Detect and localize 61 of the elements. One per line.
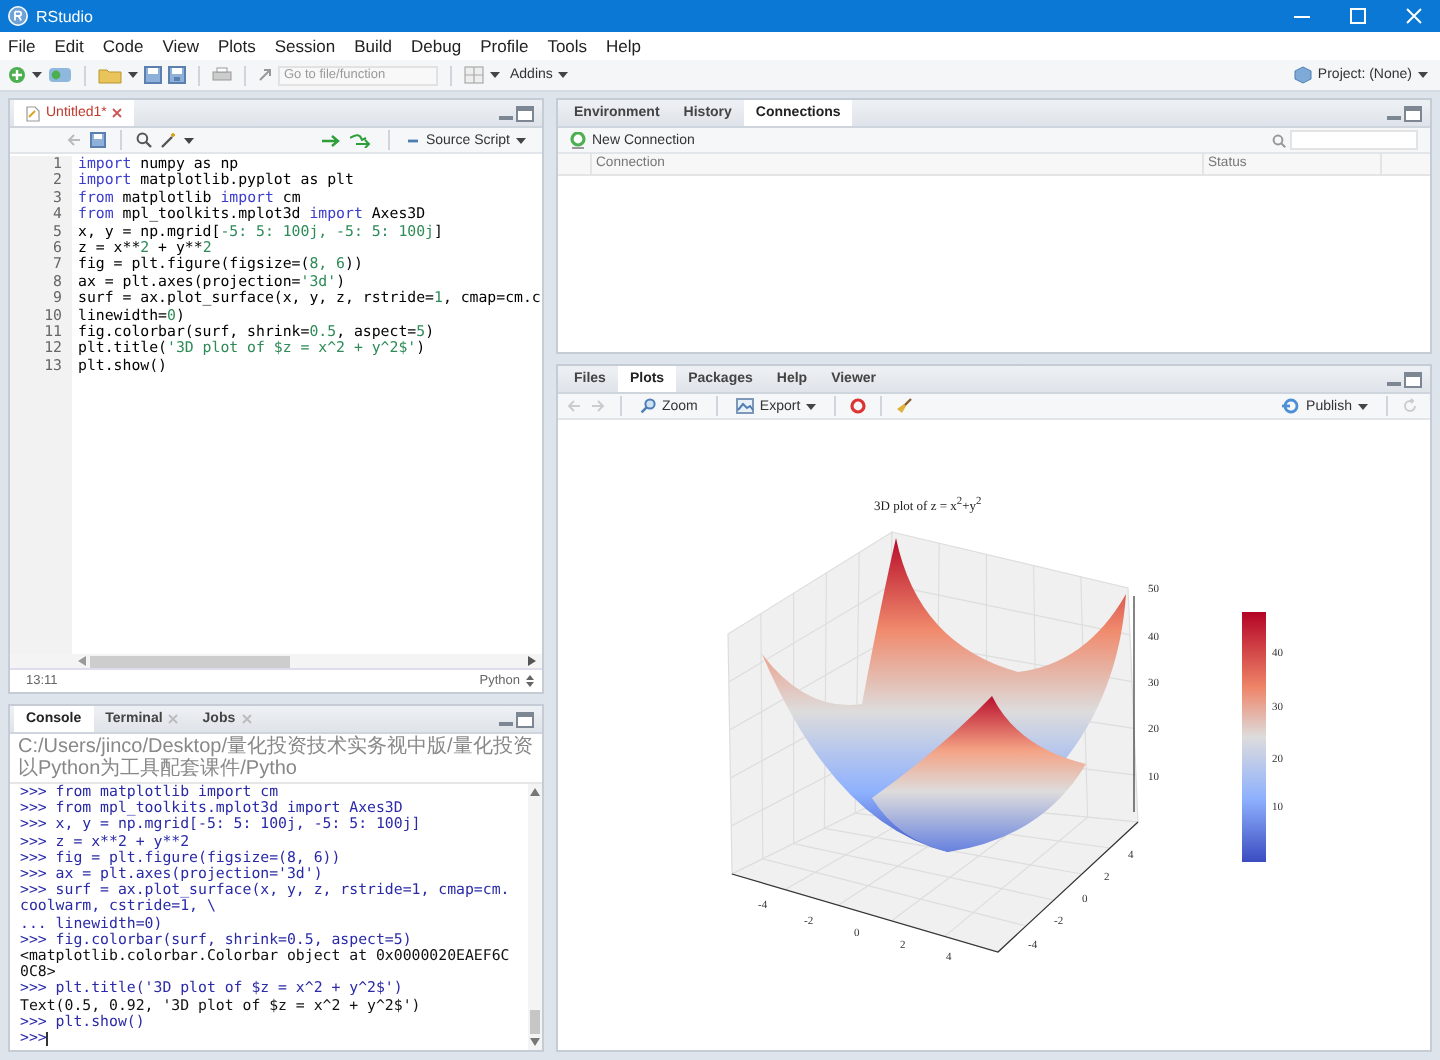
caret-icon <box>1418 70 1428 80</box>
horizontal-scrollbar[interactable] <box>10 654 542 668</box>
document-icon <box>26 105 40 121</box>
window-title: RStudio <box>36 7 93 25</box>
scrollbar-thumb[interactable] <box>530 1010 540 1034</box>
working-directory: C:/Users/jinco/Desktop/量化投资技术实务视中版/量化投资以Python为工具配套课件/Pytho <box>10 734 542 784</box>
close-icon[interactable] <box>112 108 123 118</box>
project-icon <box>1293 66 1312 84</box>
remove-plot-icon[interactable] <box>850 398 867 414</box>
search-field[interactable] <box>1290 130 1418 150</box>
search-icon[interactable] <box>136 132 152 148</box>
updown-icon <box>526 674 534 688</box>
menu-item[interactable]: Help <box>606 36 642 56</box>
save-icon[interactable] <box>90 132 106 148</box>
app-logo-icon <box>8 6 28 26</box>
scrollbar-thumb[interactable] <box>90 655 290 667</box>
back-icon[interactable] <box>66 132 82 148</box>
caret-icon <box>558 70 569 80</box>
save-all-icon[interactable] <box>168 66 186 84</box>
folder-icon[interactable] <box>98 66 122 84</box>
menu-item[interactable]: Profile <box>480 36 529 56</box>
image-icon <box>735 398 754 414</box>
caret-icon <box>128 70 138 80</box>
rerun-icon[interactable] <box>349 133 374 147</box>
menu-item[interactable]: Edit <box>54 36 84 56</box>
caret-icon <box>32 70 42 80</box>
grid-icon[interactable] <box>464 66 484 84</box>
menu-item[interactable]: Code <box>102 36 144 56</box>
save-icon[interactable] <box>144 66 162 84</box>
menu-item[interactable]: Tools <box>547 36 588 56</box>
menu-item[interactable]: View <box>162 36 199 56</box>
menu-item[interactable]: Session <box>274 36 336 56</box>
print-icon[interactable] <box>212 66 232 84</box>
magnifier-icon <box>640 398 656 414</box>
menu-item[interactable]: Debug <box>411 36 462 56</box>
caret-icon <box>1358 401 1368 411</box>
wand-icon[interactable] <box>160 132 176 148</box>
scroll-down-icon[interactable] <box>530 1038 540 1046</box>
menu-item[interactable]: Build <box>354 36 393 56</box>
publish-icon <box>1282 398 1301 414</box>
caret-icon <box>490 70 500 80</box>
caret-icon <box>516 135 526 145</box>
maximize-pane-icon[interactable] <box>1404 371 1422 387</box>
maximize-pane-icon[interactable] <box>1404 105 1422 121</box>
menu-item[interactable]: Plots <box>217 36 256 56</box>
scroll-left-icon[interactable] <box>78 656 86 666</box>
source-icon <box>407 135 420 145</box>
new-file-icon[interactable] <box>8 66 26 84</box>
maximize-pane-icon[interactable] <box>516 105 534 121</box>
caret-icon <box>806 401 817 411</box>
maximize-pane-icon[interactable] <box>516 711 534 727</box>
search-icon <box>1272 133 1286 147</box>
menu-item[interactable]: File <box>8 36 36 56</box>
caret-icon <box>184 135 194 145</box>
scroll-right-icon[interactable] <box>528 656 536 666</box>
vertical-scrollbar[interactable] <box>528 784 542 1050</box>
new-project-icon[interactable] <box>48 66 72 84</box>
scroll-up-icon[interactable] <box>530 788 540 796</box>
arrow-icon <box>258 68 272 82</box>
run-line-icon[interactable] <box>321 133 342 147</box>
broom-icon[interactable] <box>896 398 913 414</box>
